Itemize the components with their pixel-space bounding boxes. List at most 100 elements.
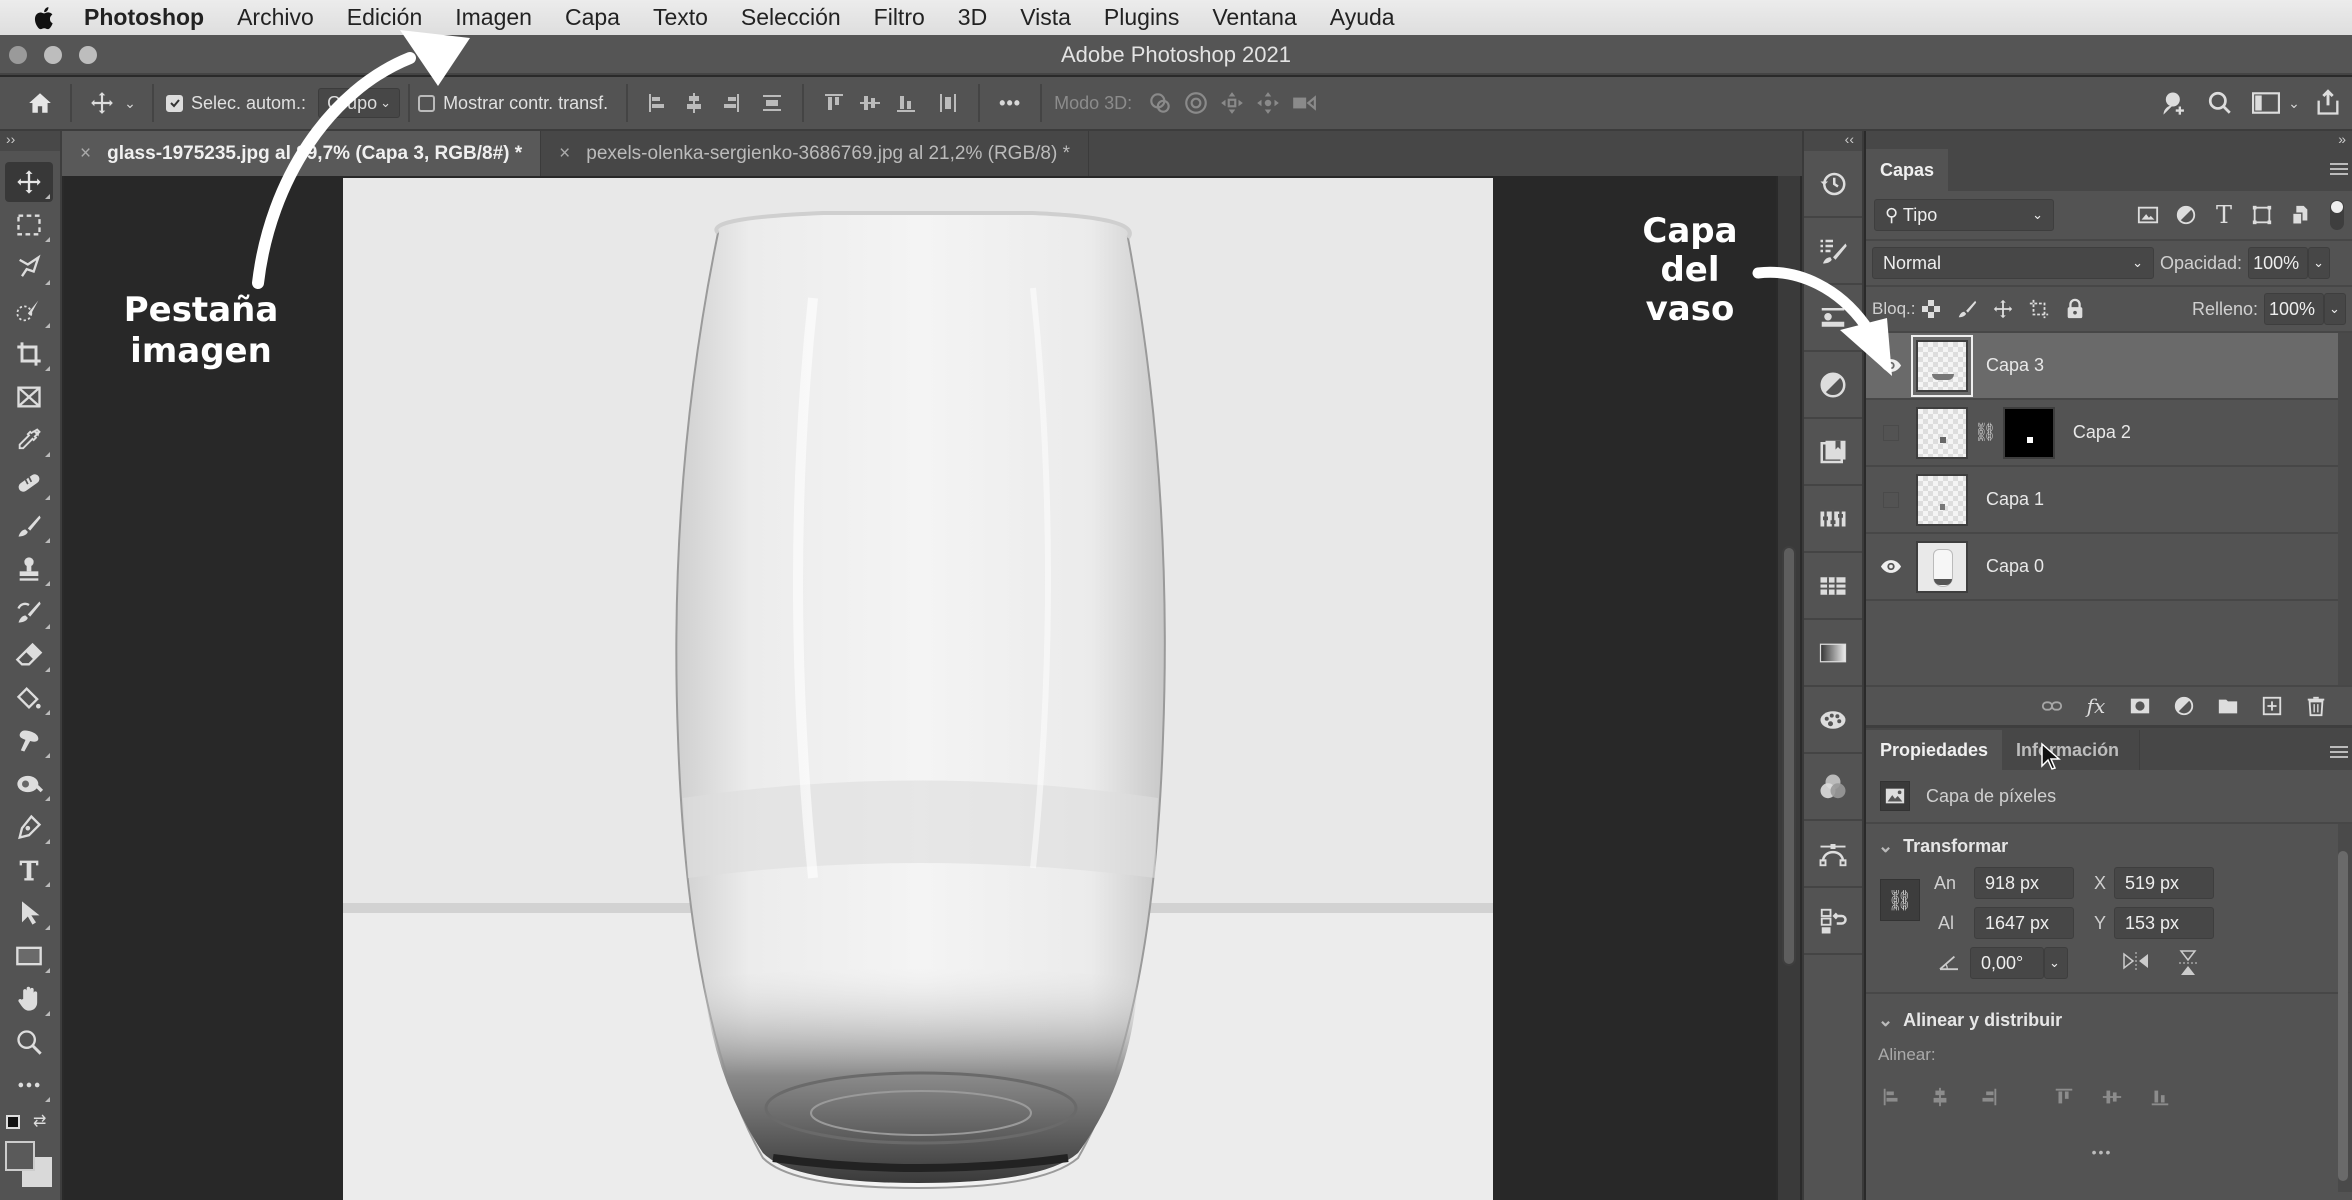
menu-ayuda[interactable]: Ayuda <box>1330 4 1395 31</box>
align-top-edges-icon[interactable] <box>816 85 852 121</box>
move-tool[interactable] <box>5 162 53 202</box>
show-transform-controls-checkbox[interactable] <box>418 94 436 112</box>
transform-section-toggle[interactable]: ⌄ Transformar <box>1878 836 2326 857</box>
fill-slider-toggle[interactable]: ⌄ <box>2324 293 2346 325</box>
auto-select-checkbox[interactable] <box>166 94 183 112</box>
rectangular-marquee-tool[interactable] <box>5 205 53 245</box>
opacity-slider-toggle[interactable]: ⌄ <box>2308 247 2331 279</box>
more-options-button[interactable]: ••• <box>992 85 1028 121</box>
auto-select-target-dropdown[interactable]: Grupo ⌄ <box>318 88 401 118</box>
lock-position-icon[interactable] <box>1989 295 2017 323</box>
type-tool[interactable] <box>5 850 53 890</box>
angle-input[interactable]: 0,00° <box>1970 947 2044 979</box>
smudge-tool[interactable] <box>5 721 53 761</box>
3d-slide-icon[interactable] <box>1250 85 1286 121</box>
filter-type-layers-icon[interactable]: T <box>2210 201 2238 229</box>
swap-colors-icon[interactable]: ⇄ <box>33 1111 46 1131</box>
menu-seleccion[interactable]: Selección <box>741 4 841 31</box>
home-icon[interactable] <box>22 85 58 121</box>
flip-horizontal-icon[interactable] <box>2122 951 2150 976</box>
share-export-icon[interactable] <box>2310 85 2346 121</box>
3d-roll-icon[interactable] <box>1178 85 1214 121</box>
clone-stamp-tool[interactable] <box>5 549 53 589</box>
more-align-options-button[interactable]: ••• <box>1866 1144 2338 1160</box>
layer-name[interactable]: Capa 1 <box>1986 489 2044 510</box>
menu-texto[interactable]: Texto <box>653 4 708 31</box>
layer-name[interactable]: Capa 0 <box>1986 556 2044 577</box>
visibility-toggle-empty[interactable] <box>1866 491 1916 508</box>
distribute-vertical-icon[interactable] <box>754 85 790 121</box>
visibility-eye-icon[interactable] <box>1866 358 1916 373</box>
layer-row-capa-2[interactable]: ⛓ Capa 2 <box>1866 400 2338 467</box>
filter-pixel-layers-icon[interactable] <box>2134 201 2162 229</box>
dodge-tool[interactable] <box>5 764 53 804</box>
eyedropper-tool[interactable] <box>5 420 53 460</box>
close-tab-icon[interactable]: × <box>80 143 91 165</box>
align-section-toggle[interactable]: ⌄ Alinear y distribuir <box>1878 1010 2326 1031</box>
canvas-vertical-scrollbar[interactable] <box>1778 176 1800 1200</box>
align-bottom-edges-icon[interactable] <box>888 85 924 121</box>
channel-mixer-panel-button[interactable] <box>1804 486 1862 553</box>
align-right-edges-icon[interactable] <box>712 85 748 121</box>
menu-filtro[interactable]: Filtro <box>874 4 925 31</box>
opacity-input[interactable]: 100% <box>2248 247 2309 279</box>
angle-dropdown[interactable]: ⌄ <box>2044 947 2068 979</box>
layer-thumbnail[interactable] <box>1916 473 1968 526</box>
collapse-dock-icon[interactable]: » <box>1866 131 2352 149</box>
distribute-horizontal-icon[interactable] <box>930 85 966 121</box>
link-dimensions-toggle[interactable]: ⛓ <box>1880 879 1920 921</box>
move-tool-icon[interactable] <box>84 85 120 121</box>
filter-shape-layers-icon[interactable] <box>2248 201 2276 229</box>
canvas-area[interactable] <box>64 176 1776 1200</box>
visibility-eye-icon[interactable] <box>1866 559 1916 574</box>
align-left-edges-icon[interactable] <box>640 85 676 121</box>
3d-scale-camera-icon[interactable] <box>1286 85 1322 121</box>
fill-input[interactable]: 100% <box>2264 293 2324 325</box>
align-top-icon[interactable] <box>2050 1083 2078 1111</box>
mask-link-icon[interactable]: ⛓ <box>1974 422 1997 443</box>
menu-imagen[interactable]: Imagen <box>455 4 532 31</box>
lock-all-icon[interactable] <box>2061 295 2089 323</box>
zoom-tool[interactable] <box>5 1022 53 1062</box>
hand-tool[interactable] <box>5 979 53 1019</box>
tool-preset-chevron-icon[interactable]: ⌄ <box>120 85 140 121</box>
menu-archivo[interactable]: Archivo <box>237 4 314 31</box>
edit-toolbar-button[interactable] <box>5 1065 53 1105</box>
frame-tool[interactable] <box>5 377 53 417</box>
search-icon[interactable] <box>2202 85 2238 121</box>
layer-row-capa-3[interactable]: Capa 3 <box>1866 333 2338 400</box>
align-bottom-icon[interactable] <box>2146 1083 2174 1111</box>
layer-thumbnail[interactable] <box>1916 540 1968 593</box>
layer-thumbnail[interactable] <box>1916 406 1968 459</box>
pen-tool[interactable] <box>5 807 53 847</box>
paint-bucket-tool[interactable] <box>5 678 53 718</box>
3d-pan-icon[interactable] <box>1214 85 1250 121</box>
new-layer-icon[interactable] <box>2258 692 2286 720</box>
actions-panel-button[interactable] <box>1804 888 1862 955</box>
menu-edicion[interactable]: Edición <box>347 4 422 31</box>
properties-scrollbar[interactable] <box>2338 851 2348 1181</box>
align-center-horizontal-icon[interactable] <box>1926 1083 1954 1111</box>
filter-adjustment-layers-icon[interactable] <box>2172 201 2200 229</box>
layer-filter-dropdown[interactable]: ⚲ Tipo ⌄ <box>1874 199 2054 231</box>
flip-vertical-icon[interactable] <box>2178 949 2198 982</box>
apple-menu-icon[interactable] <box>28 3 58 33</box>
visibility-toggle-empty[interactable] <box>1866 424 1916 441</box>
tab-properties[interactable]: Propiedades <box>1866 730 2003 770</box>
tab-glass-document[interactable]: × glass-1975235.jpg al 89,7% (Capa 3, RG… <box>62 131 542 176</box>
tab-information[interactable]: Información <box>2002 730 2141 770</box>
libraries-panel-button[interactable] <box>1804 419 1862 486</box>
align-vertical-centers-icon[interactable] <box>852 85 888 121</box>
new-adjustment-layer-icon[interactable] <box>2170 692 2198 720</box>
foreground-color-swatch[interactable] <box>5 1141 35 1171</box>
swatches-panel-button[interactable] <box>1804 553 1862 620</box>
align-right-icon[interactable] <box>1974 1083 2002 1111</box>
link-layers-icon[interactable] <box>2038 692 2066 720</box>
adjustments-panel-button[interactable] <box>1804 352 1862 419</box>
y-position-input[interactable]: 153 px <box>2114 907 2214 939</box>
paths-panel-button[interactable] <box>1804 821 1862 888</box>
menu-plugins[interactable]: Plugins <box>1104 4 1179 31</box>
quick-selection-tool[interactable] <box>5 291 53 331</box>
healing-brush-tool[interactable] <box>5 463 53 503</box>
height-input[interactable]: 1647 px <box>1974 907 2074 939</box>
